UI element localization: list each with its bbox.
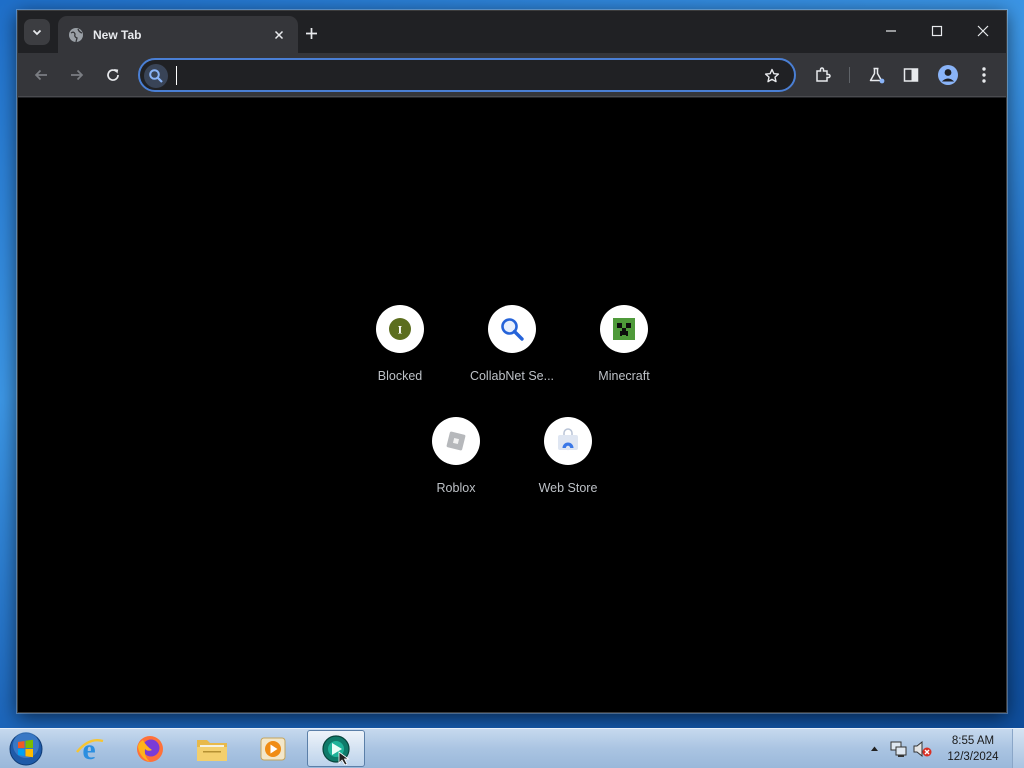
forward-button[interactable] bbox=[63, 61, 91, 89]
start-button[interactable] bbox=[6, 730, 46, 768]
title-bar: New Tab bbox=[18, 11, 1006, 53]
browser-window: New Tab I Blocked CollabNet Se... Minecr… bbox=[17, 10, 1007, 713]
firefox-icon bbox=[137, 735, 163, 762]
close-window-button[interactable] bbox=[960, 17, 1006, 45]
new-tab-page: I Blocked CollabNet Se... Minecraft Robl… bbox=[18, 98, 1006, 712]
address-bar[interactable] bbox=[138, 58, 796, 92]
tab-title: New Tab bbox=[93, 27, 142, 42]
media-player-icon bbox=[260, 737, 286, 760]
creeper-favicon-icon bbox=[613, 318, 635, 340]
new-tab-button[interactable] bbox=[300, 22, 322, 44]
back-button[interactable] bbox=[27, 61, 55, 89]
close-icon bbox=[977, 25, 989, 37]
reload-icon bbox=[107, 69, 119, 81]
svg-text:e: e bbox=[82, 733, 95, 765]
show-desktop-button[interactable] bbox=[1012, 729, 1024, 768]
folder-icon bbox=[197, 739, 227, 761]
menu-button[interactable] bbox=[971, 62, 997, 88]
search-icon bbox=[144, 64, 168, 88]
shortcut-icon-circle bbox=[432, 417, 480, 465]
chevron-down-icon bbox=[32, 29, 42, 36]
tray-expand-icon[interactable] bbox=[868, 742, 880, 754]
shortcut-minecraft[interactable]: Minecraft bbox=[568, 305, 680, 405]
webstore-favicon-icon bbox=[558, 428, 578, 451]
shortcut-label: Web Store bbox=[538, 481, 598, 495]
minimize-icon bbox=[886, 30, 896, 32]
volume-muted-icon[interactable] bbox=[912, 739, 932, 759]
clock-time: 8:55 AM bbox=[951, 735, 995, 747]
clock-date: 12/3/2024 bbox=[947, 751, 999, 763]
system-clock[interactable]: 8:55 AM 12/3/2024 bbox=[938, 733, 1008, 765]
shortcut-icon-circle bbox=[488, 305, 536, 353]
taskbar-internet-explorer[interactable]: e bbox=[60, 730, 118, 767]
taskbar: e 8:55 AM 12/3/2024 bbox=[0, 728, 1024, 768]
globe-icon bbox=[68, 27, 84, 43]
toolbar-separator bbox=[849, 67, 850, 83]
shortcut-icon-circle: I bbox=[376, 305, 424, 353]
roblox-favicon-icon bbox=[446, 431, 466, 451]
blocked-favicon-icon: I bbox=[389, 318, 411, 340]
kebab-menu-icon bbox=[982, 67, 986, 83]
shortcut-collabnet[interactable]: CollabNet Se... bbox=[456, 305, 568, 405]
arrow-left-icon bbox=[34, 69, 47, 81]
taskbar-file-explorer[interactable] bbox=[183, 730, 241, 767]
shortcut-label: Roblox bbox=[436, 481, 476, 495]
avatar-icon bbox=[938, 65, 958, 85]
bookmark-star-icon[interactable] bbox=[762, 66, 782, 86]
puzzle-icon bbox=[816, 67, 831, 82]
tab-search-button[interactable] bbox=[24, 19, 50, 45]
windows-orb-icon bbox=[9, 732, 43, 766]
side-panel-icon bbox=[903, 68, 919, 82]
shortcut-label: Minecraft bbox=[598, 369, 650, 383]
labs-button[interactable] bbox=[863, 62, 889, 88]
shortcut-blocked[interactable]: I Blocked bbox=[344, 305, 456, 405]
side-panel-button[interactable] bbox=[898, 62, 924, 88]
shortcut-web-store[interactable]: Web Store bbox=[512, 417, 624, 517]
tab-close-icon[interactable] bbox=[270, 26, 288, 44]
shortcut-icon-circle bbox=[600, 305, 648, 353]
flask-icon bbox=[869, 67, 885, 84]
browser-app-icon bbox=[322, 734, 350, 765]
maximize-icon bbox=[931, 25, 943, 37]
svg-text:I: I bbox=[398, 323, 403, 337]
profile-button[interactable] bbox=[935, 62, 961, 88]
text-caret bbox=[176, 66, 177, 85]
magnifier-favicon-icon bbox=[501, 318, 524, 341]
shortcut-label: Blocked bbox=[377, 369, 423, 383]
shortcut-roblox[interactable]: Roblox bbox=[400, 417, 512, 517]
extensions-button[interactable] bbox=[810, 62, 836, 88]
taskbar-media-player[interactable] bbox=[244, 730, 302, 767]
taskbar-firefox[interactable] bbox=[121, 730, 179, 767]
tab-new-tab[interactable]: New Tab bbox=[58, 16, 298, 53]
reload-button[interactable] bbox=[99, 61, 127, 89]
shortcut-label: CollabNet Se... bbox=[469, 369, 555, 383]
shortcut-icon-circle bbox=[544, 417, 592, 465]
address-input[interactable] bbox=[174, 66, 754, 86]
plus-icon bbox=[305, 27, 317, 39]
taskbar-active-browser[interactable] bbox=[307, 730, 365, 767]
internet-explorer-icon: e bbox=[76, 733, 104, 765]
maximize-button[interactable] bbox=[914, 17, 960, 45]
network-icon[interactable] bbox=[888, 739, 908, 759]
minimize-button[interactable] bbox=[868, 17, 914, 45]
browser-toolbar bbox=[18, 53, 1006, 97]
arrow-right-icon bbox=[71, 69, 84, 81]
